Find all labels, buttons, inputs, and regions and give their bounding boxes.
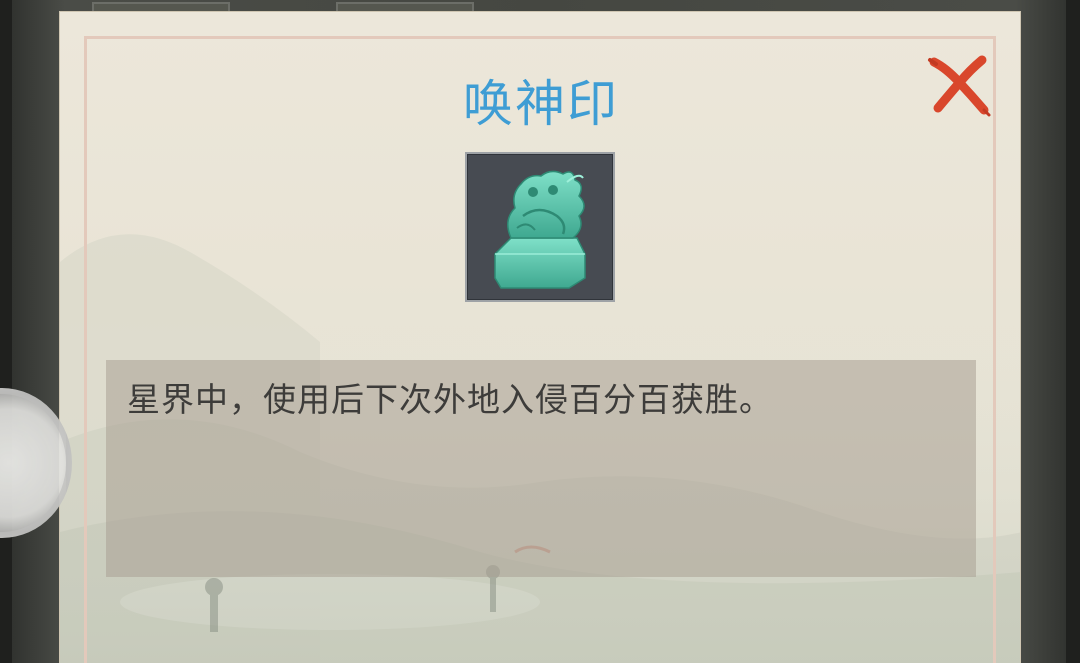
close-button[interactable] <box>926 52 992 118</box>
background-left-edge <box>0 0 12 663</box>
item-description: 星界中，使用后下次外地入侵百分百获胜。 <box>127 380 773 419</box>
item-icon-frame <box>465 152 615 302</box>
background-right-edge <box>1066 0 1080 663</box>
description-panel: 星界中，使用后下次外地入侵百分百获胜。 <box>106 360 976 577</box>
game-screen: 唤神印 星界中，使用后下次外地入侵百分百获胜。 <box>0 0 1080 663</box>
item-title: 唤神印 <box>463 75 619 133</box>
close-x-icon <box>928 55 991 117</box>
jade-seal-icon <box>494 170 586 289</box>
item-info-dialog: 唤神印 星界中，使用后下次外地入侵百分百获胜。 <box>59 11 1021 663</box>
